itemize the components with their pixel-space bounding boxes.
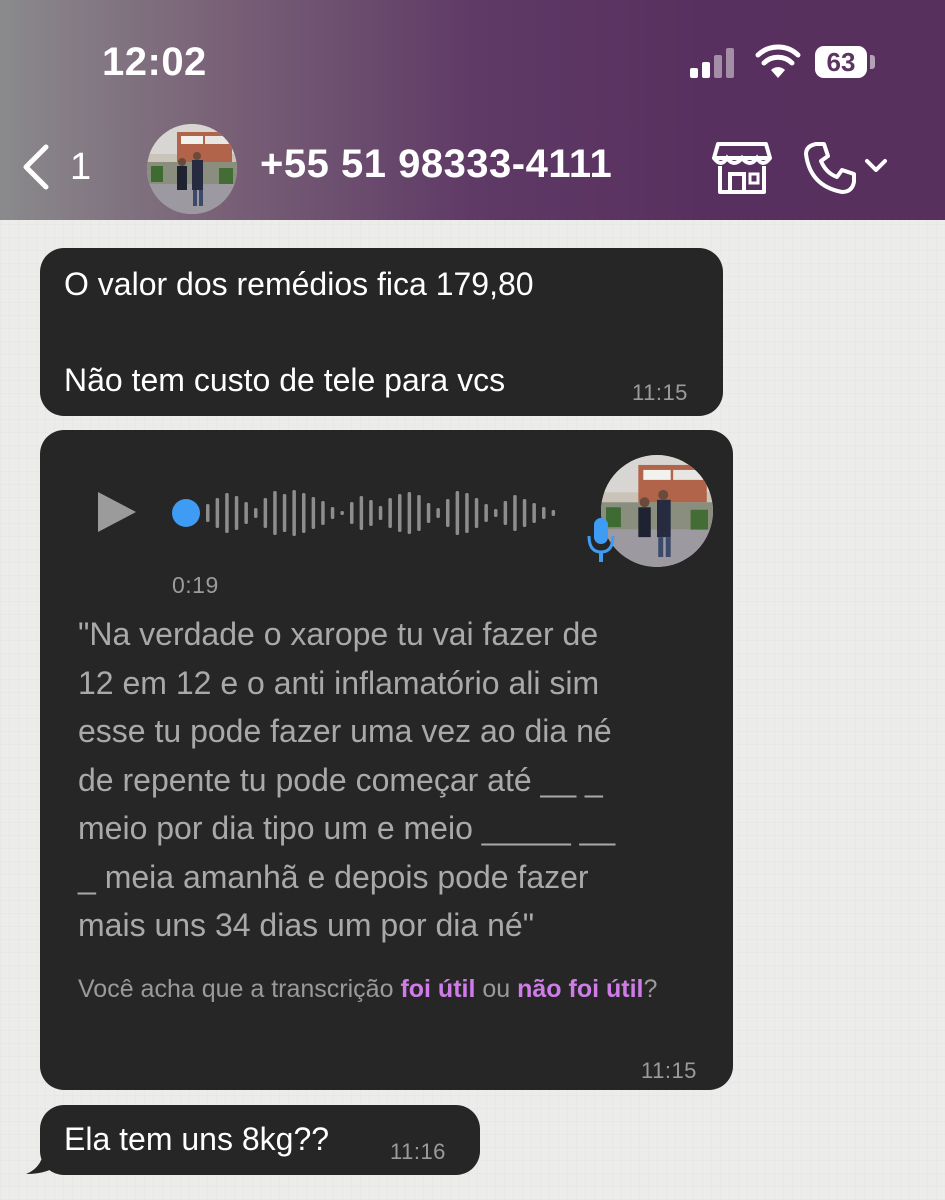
play-icon[interactable] [96, 490, 138, 534]
waveform-bar [407, 492, 412, 534]
waveform-bar [225, 493, 229, 533]
feedback-not-useful-link[interactable]: não foi útil [517, 975, 643, 1003]
feedback-useful-link[interactable]: foi útil [400, 975, 475, 1003]
waveform-bar [340, 511, 344, 515]
contact-avatar[interactable] [147, 124, 237, 214]
waveform-bar [446, 499, 450, 527]
message-text: O valor dos remédios fica 179,80 Não tem… [64, 266, 534, 398]
waveform-bar [474, 498, 479, 528]
waveform-bar [398, 494, 402, 532]
wifi-icon [755, 44, 801, 78]
waveform-bar [484, 504, 488, 522]
waveform-bar [321, 501, 325, 525]
waveform-bar [244, 502, 248, 524]
message-bubble[interactable]: O valor dos remédios fica 179,80 Não tem… [40, 248, 723, 416]
waveform-bar [330, 507, 335, 519]
sender-avatar[interactable] [601, 455, 713, 567]
waveform-bar [465, 493, 469, 533]
audio-waveform[interactable] [170, 485, 560, 541]
waveform-bar [369, 500, 373, 526]
waveform-bar [436, 508, 440, 518]
waveform-bar [417, 495, 421, 531]
waveform-bar [542, 507, 546, 519]
waveform-bar [234, 496, 239, 530]
waveform-bar [263, 498, 268, 528]
microphone-icon [587, 518, 615, 562]
waveform-bar [378, 506, 383, 520]
waveform-bar [426, 503, 431, 523]
waveform-bar [503, 501, 508, 525]
feedback-middle: ou [475, 975, 518, 1003]
waveform-bar [311, 497, 316, 529]
feedback-suffix: ? [643, 975, 658, 1003]
message-timestamp: 11:16 [390, 1139, 446, 1164]
battery-nub [870, 55, 875, 69]
waveform-bar [254, 508, 258, 518]
waveform-bar [532, 503, 536, 523]
message-text: Ela tem uns 8kg?? [64, 1121, 330, 1157]
waveform-bar [455, 491, 460, 535]
audio-duration: 0:19 [172, 572, 219, 598]
chevron-down-icon[interactable] [864, 158, 888, 174]
message-bubble[interactable]: Ela tem uns 8kg?? 11:16 [40, 1105, 480, 1175]
waveform-bar [292, 490, 296, 536]
status-time: 12:02 [102, 40, 207, 84]
message-timestamp: 11:15 [641, 1058, 697, 1083]
back-button[interactable]: 1 [20, 142, 100, 192]
transcript-feedback: Você acha que a transcrição foi útil ou … [78, 968, 698, 1010]
waveform-bar [522, 499, 527, 527]
waveform-bar [282, 494, 287, 532]
waveform-bar [206, 504, 210, 522]
transcript-text: "Na verdade o xarope tu vai fazer de 12 … [78, 616, 616, 943]
waveform-bar [494, 509, 498, 517]
contact-name[interactable]: +55 51 98333-4111 [260, 142, 612, 187]
waveform-bar [215, 498, 220, 528]
phone-icon[interactable] [802, 140, 858, 196]
waveform-bar [302, 493, 306, 533]
back-count: 1 [70, 145, 92, 188]
store-icon[interactable] [712, 140, 772, 196]
waveform-bar [359, 496, 364, 530]
battery-indicator: 63 [815, 46, 867, 78]
waveform-bar [350, 502, 354, 524]
waveform-bar [273, 491, 277, 535]
feedback-prefix: Você acha que a transcrição [78, 975, 401, 1003]
waveform-bar [513, 495, 517, 531]
waveform-bar [551, 510, 556, 516]
message-timestamp: 11:15 [632, 380, 688, 405]
back-chevron-icon [23, 144, 49, 190]
waveform-bar [388, 498, 392, 528]
signal-icon [690, 48, 734, 78]
chat-header: 12:02 63 1 +55 51 98333-4111 [0, 0, 945, 220]
